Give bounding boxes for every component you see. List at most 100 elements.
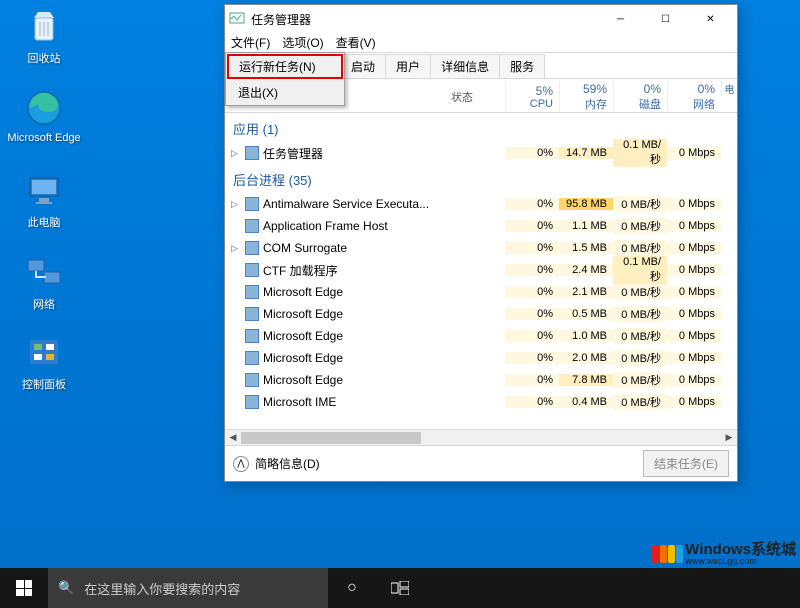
process-icon [245,146,259,160]
maximize-button[interactable]: ☐ [643,5,688,33]
table-row[interactable]: Microsoft Edge0%2.0 MB0 MB/秒0 Mbps [225,347,737,369]
tab-details[interactable]: 详细信息 [430,54,500,78]
process-name: 任务管理器 [263,145,323,162]
cell-network: 0 Mbps [667,330,721,342]
cell-cpu: 0% [505,308,559,320]
process-name: Antimalware Service Executa... [263,197,429,211]
col-status[interactable]: 状态 [451,81,505,112]
start-button[interactable] [0,568,48,608]
cell-cpu: 0% [505,220,559,232]
process-icon [245,373,259,387]
desktop-icon-label: 此电脑 [6,214,82,230]
process-table: 名称 状态 5%CPU 59%内存 0%磁盘 0%网络 电 应用 (1)▷任务管… [225,79,737,445]
cell-network: 0 Mbps [667,374,721,386]
col-memory[interactable]: 59%内存 [559,81,613,112]
fewer-details-label[interactable]: 简略信息(D) [255,455,320,472]
process-icon [245,285,259,299]
table-row[interactable]: Microsoft Edge0%7.8 MB0 MB/秒0 Mbps [225,369,737,391]
scroll-left-icon[interactable]: ◀ [225,430,241,446]
process-name: Microsoft Edge [263,285,343,299]
process-name: Application Frame Host [263,219,388,233]
cell-disk: 0.1 MB/秒 [613,256,667,284]
desktop-icon-edge[interactable]: Microsoft Edge [6,88,82,144]
col-extra[interactable]: 电 [721,81,737,96]
table-row[interactable]: Application Frame Host0%1.1 MB0 MB/秒0 Mb… [225,215,737,237]
titlebar[interactable]: 任务管理器 ─ ☐ ✕ [225,5,737,33]
scroll-thumb[interactable] [241,432,421,444]
table-row[interactable]: Microsoft Edge0%1.0 MB0 MB/秒0 Mbps [225,325,737,347]
table-row[interactable]: CTF 加载程序0%2.4 MB0.1 MB/秒0 Mbps [225,259,737,281]
horizontal-scrollbar[interactable]: ◀ ▶ [225,429,737,445]
close-button[interactable]: ✕ [688,5,733,33]
menu-item-exit[interactable]: 退出(X) [226,80,344,105]
watermark-text: Windows系统城 [685,542,796,557]
cell-disk: 0 MB/秒 [613,394,667,410]
window-footer: ⋀ 简略信息(D) 结束任务(E) [225,445,737,481]
cell-cpu: 0% [505,396,559,408]
col-cpu[interactable]: 5%CPU [505,81,559,112]
cell-memory: 1.5 MB [559,242,613,254]
tab-startup[interactable]: 启动 [340,54,386,78]
desktop-icon-cpanel[interactable]: 控制面板 [6,332,82,392]
cell-memory: 1.1 MB [559,220,613,232]
search-icon: 🔍 [58,580,74,596]
desktop-icon-pc[interactable]: 此电脑 [6,170,82,230]
desktop-icon-label: 回收站 [6,50,82,66]
menu-item-new-task[interactable]: 运行新任务(N) [227,54,343,79]
table-row[interactable]: Microsoft Edge0%0.5 MB0 MB/秒0 Mbps [225,303,737,325]
task-view-button[interactable] [376,568,424,608]
cell-network: 0 Mbps [667,396,721,408]
windows-logo-icon [16,580,32,596]
cell-disk: 0.1 MB/秒 [613,139,667,167]
cell-cpu: 0% [505,264,559,276]
desktop-icon-network[interactable]: 网络 [6,252,82,312]
watermark: Windows系统城 www.wxcLgg.com [652,542,796,566]
cell-memory: 0.5 MB [559,308,613,320]
desktop: 回收站 Microsoft Edge 此电脑 网络 控制面板 任务管理器 ─ [0,0,800,608]
taskbar-search[interactable]: 🔍 在这里输入你要搜索的内容 [48,568,328,608]
cell-memory: 0.4 MB [559,396,613,408]
col-network[interactable]: 0%网络 [667,81,721,112]
control-panel-icon [24,332,64,372]
table-row[interactable]: ▷任务管理器0%14.7 MB0.1 MB/秒0 Mbps [225,142,737,164]
cell-memory: 2.1 MB [559,286,613,298]
scroll-right-icon[interactable]: ▶ [721,430,737,446]
table-row[interactable]: Microsoft IME0%0.4 MB0 MB/秒0 Mbps [225,391,737,413]
cell-network: 0 Mbps [667,242,721,254]
process-icon [245,395,259,409]
cell-disk: 0 MB/秒 [613,240,667,256]
fewer-details-button[interactable]: ⋀ [233,456,249,472]
cell-disk: 0 MB/秒 [613,328,667,344]
process-icon [245,241,259,255]
tab-users[interactable]: 用户 [385,54,431,78]
cortana-button[interactable]: ○ [328,568,376,608]
group-header[interactable]: 应用 (1) [225,113,737,142]
cell-disk: 0 MB/秒 [613,372,667,388]
col-disk[interactable]: 0%磁盘 [613,81,667,112]
process-name: Microsoft Edge [263,329,343,343]
tab-services[interactable]: 服务 [499,54,545,78]
minimize-button[interactable]: ─ [598,5,643,33]
menu-options[interactable]: 选项(O) [276,33,329,52]
desktop-icon-label: Microsoft Edge [6,132,82,144]
cell-network: 0 Mbps [667,264,721,276]
menu-view[interactable]: 查看(V) [330,33,382,52]
table-row[interactable]: ▷Antimalware Service Executa...0%95.8 MB… [225,193,737,215]
table-row[interactable]: Microsoft Edge0%2.1 MB0 MB/秒0 Mbps [225,281,737,303]
menu-file[interactable]: 文件(F) [225,33,276,52]
desktop-icon-recycle[interactable]: 回收站 [6,6,82,66]
cell-disk: 0 MB/秒 [613,218,667,234]
group-header[interactable]: 后台进程 (35) [225,164,737,193]
end-task-button[interactable]: 结束任务(E) [643,450,729,477]
cell-disk: 0 MB/秒 [613,196,667,212]
process-icon [245,351,259,365]
task-manager-icon [229,11,245,27]
process-icon [245,219,259,233]
process-icon [245,197,259,211]
table-body[interactable]: 应用 (1)▷任务管理器0%14.7 MB0.1 MB/秒0 Mbps后台进程 … [225,113,737,429]
cell-cpu: 0% [505,352,559,364]
cell-cpu: 0% [505,198,559,210]
process-icon [245,307,259,321]
process-name: Microsoft Edge [263,307,343,321]
cell-network: 0 Mbps [667,308,721,320]
